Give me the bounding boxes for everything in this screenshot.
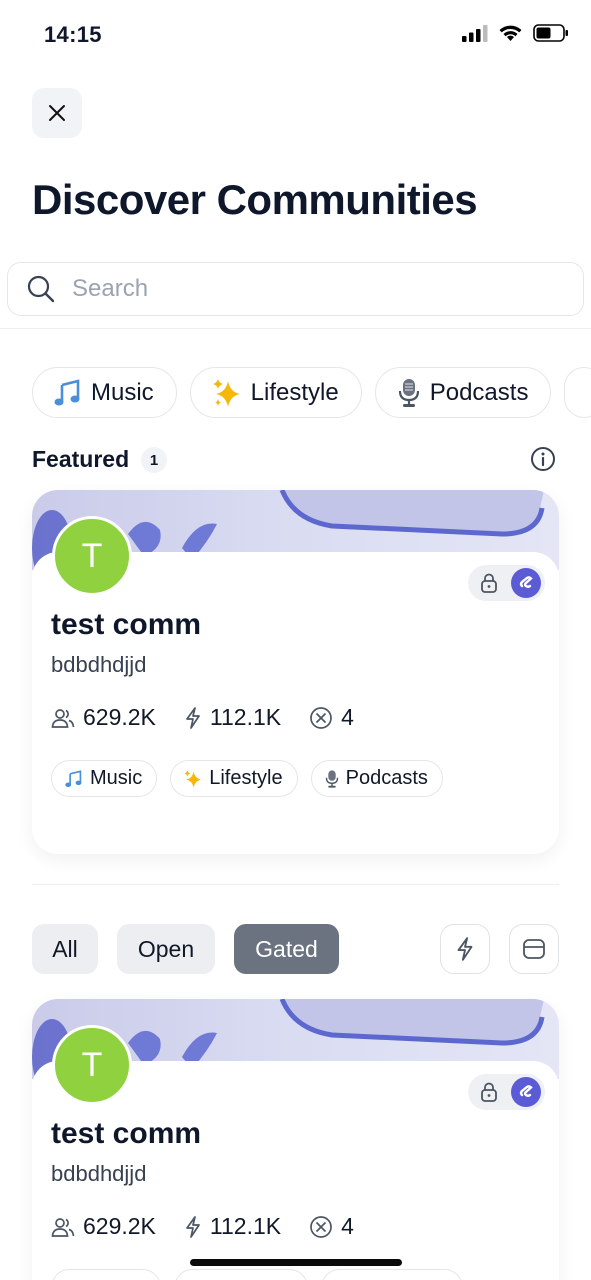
community-name: test comm (51, 608, 202, 641)
members-count: 629.2K (83, 704, 156, 730)
featured-community-card[interactable]: T test comm bdbdhdjjd 629.2K 112.1K 4 Mu… (32, 490, 559, 854)
members-count: 629.2K (83, 1213, 156, 1239)
lock-icon (481, 573, 497, 593)
posts-count: 4 (341, 1213, 354, 1239)
energy-stat: 112.1K (184, 1213, 281, 1240)
category-chip-lifestyle[interactable]: Lifestyle (189, 367, 362, 418)
category-chip-label: Podcasts (429, 378, 529, 406)
community-stats: 629.2K 112.1K 4 (51, 1213, 382, 1240)
search-icon (27, 275, 55, 303)
lightning-icon (457, 937, 473, 961)
tag-label: Podcasts (345, 767, 428, 789)
community-name: test comm (51, 1117, 202, 1150)
microphone-icon (396, 377, 422, 409)
tag-music[interactable]: Music (51, 760, 158, 797)
divider (0, 328, 591, 329)
access-filter-tabs: All Open Gated (32, 924, 339, 974)
energy-sort-button[interactable] (440, 924, 490, 974)
lightning-icon (186, 1215, 200, 1238)
community-card[interactable]: T test comm bdbdhdjjd 629.2K 112.1K 4 (32, 999, 559, 1280)
microphone-icon (324, 769, 340, 789)
tag-partial[interactable] (174, 1269, 308, 1280)
community-tags: Music Lifestyle Podcasts (51, 760, 443, 797)
tag-label: Music (90, 767, 143, 789)
cellular-signal-icon (462, 25, 488, 42)
card-layout-icon (523, 939, 545, 959)
battery-icon (533, 24, 568, 42)
category-chip-more[interactable] (564, 367, 591, 418)
community-description: bdbdhdjjd (51, 1161, 147, 1186)
community-description: bdbdhdjjd (51, 652, 147, 677)
members-stat: 629.2K (51, 704, 156, 731)
posts-stat: 4 (309, 1213, 354, 1240)
filter-open-button[interactable]: Open (117, 924, 215, 974)
sparkles-icon (183, 769, 203, 789)
sparkles-icon (211, 377, 243, 409)
tag-podcasts[interactable]: Podcasts (310, 760, 443, 797)
filter-gated-button[interactable]: Gated (234, 924, 339, 974)
category-chip-label: Lifestyle (250, 378, 339, 406)
chain-logo-icon (519, 1085, 533, 1097)
status-icons (462, 24, 569, 42)
posts-count: 4 (341, 704, 354, 730)
music-notes-icon (64, 769, 84, 788)
home-indicator (190, 1259, 402, 1266)
card-view-toggle-button[interactable] (509, 924, 559, 974)
lightning-icon (186, 706, 200, 729)
page-title: Discover Communities (32, 176, 478, 223)
search-input[interactable] (72, 275, 542, 303)
category-chip-podcasts[interactable]: Podcasts (374, 367, 552, 418)
filter-all-button[interactable]: All (32, 924, 98, 974)
category-chip-label: Music (91, 378, 154, 406)
tag-partial[interactable] (321, 1269, 463, 1280)
access-badges (468, 1074, 545, 1110)
tag-lifestyle[interactable]: Lifestyle (170, 760, 298, 797)
lock-icon (481, 1082, 497, 1102)
close-button[interactable] (32, 88, 82, 138)
posts-stat: 4 (309, 704, 354, 731)
x-circle-icon (310, 706, 332, 729)
info-icon[interactable] (530, 446, 556, 472)
featured-count-badge: 1 (141, 447, 167, 473)
music-notes-icon (53, 378, 83, 407)
energy-count: 112.1K (209, 1213, 282, 1239)
users-icon (51, 1217, 75, 1237)
chain-badge (511, 1077, 541, 1107)
status-bar: 14:15 (0, 0, 591, 70)
chain-badge (511, 568, 541, 598)
featured-heading: Featured (32, 446, 130, 472)
wifi-icon (499, 25, 522, 41)
x-circle-icon (310, 1215, 332, 1238)
category-chip-music[interactable]: Music (32, 367, 177, 418)
tag-label: Lifestyle (209, 767, 283, 789)
close-icon (49, 105, 65, 121)
chain-logo-icon (519, 576, 533, 588)
users-icon (51, 708, 75, 728)
energy-count: 112.1K (209, 704, 282, 730)
members-stat: 629.2K (51, 1213, 156, 1240)
community-avatar: T (52, 516, 132, 596)
access-badges (468, 565, 545, 601)
divider (32, 884, 559, 885)
search-bar[interactable] (7, 262, 584, 316)
community-tags (51, 1269, 463, 1280)
tag-partial[interactable] (51, 1269, 161, 1280)
category-chips: Music Lifestyle Podcasts (32, 367, 591, 419)
community-avatar: T (52, 1025, 132, 1105)
status-time: 14:15 (44, 22, 102, 47)
energy-stat: 112.1K (184, 704, 281, 731)
community-stats: 629.2K 112.1K 4 (51, 704, 382, 731)
